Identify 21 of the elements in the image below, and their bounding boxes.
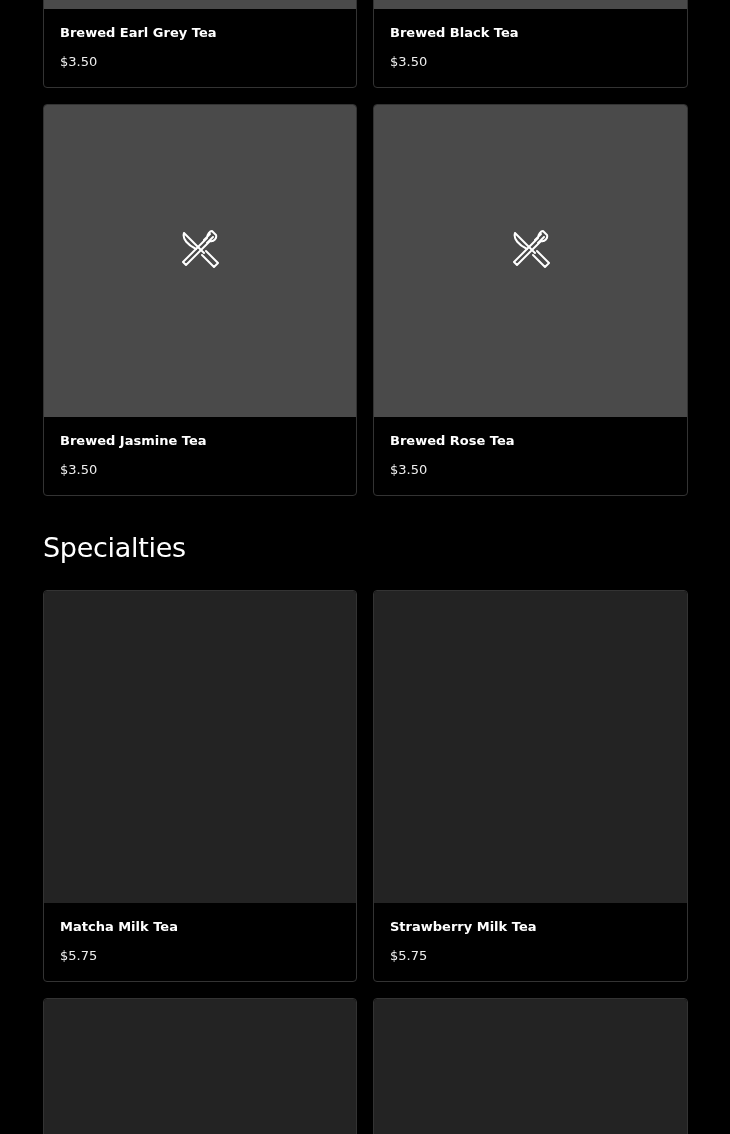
item-name: Brewed Black Tea	[390, 25, 520, 41]
menu-item-card[interactable]: Matcha Milk Tea $5.75	[43, 590, 357, 982]
item-name: Brewed Jasmine Tea	[60, 433, 208, 449]
item-price: $3.50	[390, 54, 429, 70]
item-name: Brewed Rose Tea	[390, 433, 516, 449]
item-name: Brewed Earl Grey Tea	[60, 25, 218, 41]
item-name: Matcha Milk Tea	[60, 919, 179, 935]
item-name: Strawberry Milk Tea	[390, 919, 538, 935]
menu-item-card[interactable]: Brewed Jasmine Tea $3.50	[43, 104, 357, 496]
menu-item-card[interactable]: Strawberry Milk Tea $5.75	[373, 590, 688, 982]
fork-knife-icon	[510, 229, 551, 269]
menu-item-card[interactable]: Brewed Black Tea $3.50	[373, 0, 688, 88]
item-price: $3.50	[60, 462, 99, 478]
item-price: $5.75	[390, 948, 429, 964]
menu-item-card[interactable]: Brewed Rose Tea $3.50	[373, 104, 688, 496]
section-heading: Specialties	[43, 531, 187, 565]
item-price: $3.50	[60, 54, 99, 70]
item-price: $3.50	[390, 462, 429, 478]
menu-item-card[interactable]: Brewed Earl Grey Tea $3.50	[43, 0, 357, 88]
fork-knife-icon	[180, 229, 220, 269]
item-price: $5.75	[60, 948, 99, 964]
